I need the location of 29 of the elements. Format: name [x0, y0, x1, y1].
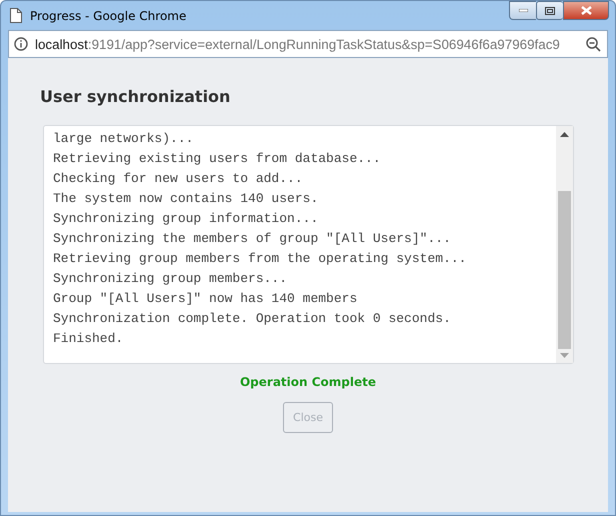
- log-line: Synchronizing group information...: [53, 210, 320, 228]
- scroll-thumb[interactable]: [558, 191, 571, 349]
- log-line: Synchronizing group members...: [53, 270, 288, 288]
- url-host: localhost: [35, 36, 88, 52]
- restore-icon: [545, 6, 555, 14]
- log-line: Finished.: [53, 330, 124, 348]
- scroll-up-icon[interactable]: [560, 132, 569, 137]
- window-title: Progress - Google Chrome: [30, 8, 186, 22]
- minimize-icon: [518, 9, 528, 12]
- scrollbar[interactable]: [556, 126, 573, 363]
- close-icon: [580, 6, 592, 15]
- minimize-button[interactable]: [509, 1, 536, 20]
- log-line: Checking for new users to add...: [53, 170, 304, 188]
- dialog-title: User synchronization: [40, 87, 232, 108]
- address-bar[interactable]: localhost:9191/app?service=external/LongRunningTaskStatus&sp=S06946f6a97969fac9: [8, 30, 608, 58]
- close-button[interactable]: [563, 1, 609, 20]
- info-icon: [14, 37, 28, 51]
- log-line: large networks)...: [53, 130, 194, 148]
- log-line: Synchronizing the members of group "[All Users]"...: [53, 230, 452, 248]
- zoom-out-icon[interactable]: [586, 36, 601, 52]
- log-line: Retrieving existing users from database...: [53, 150, 382, 168]
- log-line: Retrieving group members from the operating system...: [53, 250, 468, 268]
- status-message: Operation Complete: [238, 375, 378, 389]
- maximize-button[interactable]: [536, 1, 563, 20]
- log-line: Group "[All Users]" now has 140 members: [53, 290, 358, 308]
- url-path: :9191/app?service=external/LongRunningTaskStatus&sp=S06946f6a97969fac9: [88, 36, 560, 52]
- log-line: Synchronization complete. Operation took 0 seconds.: [53, 310, 452, 328]
- page-icon: [10, 8, 22, 23]
- log-line: The system now contains 140 users.: [53, 190, 320, 208]
